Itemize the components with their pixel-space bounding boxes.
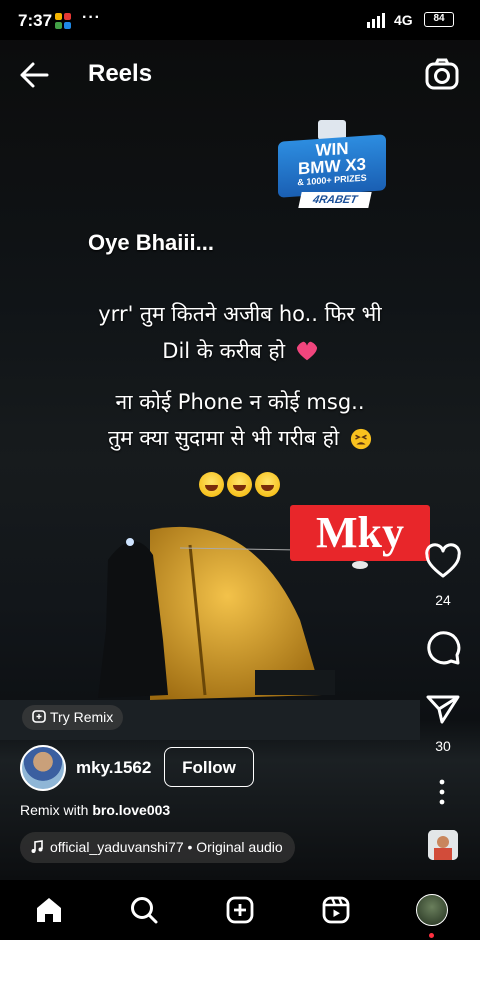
status-bar: 7:37 ··· 4G 84	[0, 0, 480, 40]
audio-thumbnail[interactable]	[428, 830, 458, 860]
search-icon[interactable]	[129, 895, 159, 925]
laughing-emoji	[199, 472, 224, 497]
music-note-icon	[31, 840, 43, 853]
home-icon[interactable]	[34, 895, 64, 925]
camera-icon[interactable]	[424, 57, 460, 91]
heart-icon[interactable]	[423, 543, 463, 581]
author-avatar[interactable]	[20, 745, 66, 791]
ad-banner: WIN BMW X3 & 1000+ PRIZES	[278, 134, 386, 198]
video-caption-heading: Oye Bhaiii...	[88, 230, 214, 255]
status-time: 7:37	[18, 11, 53, 30]
audio-chip[interactable]: official_yaduvanshi77 • Original audio	[20, 832, 295, 863]
audio-cover-art	[428, 830, 458, 860]
audio-label: official_yaduvanshi77 • Original audio	[50, 839, 283, 855]
pink-heart-emoji	[296, 341, 317, 361]
caption-line-3: ना कोई Phone न कोई msg..	[40, 388, 440, 416]
share-count[interactable]: 30	[423, 738, 463, 754]
share-icon[interactable]	[424, 692, 462, 726]
like-count[interactable]: 24	[423, 592, 463, 608]
notification-dot	[429, 933, 434, 938]
sponsored-ad-badge[interactable]: WIN BMW X3 & 1000+ PRIZES 4RABET	[278, 120, 386, 212]
try-remix-label: Try Remix	[50, 709, 114, 725]
caption-line-2-text: Dil के करीब हो	[162, 339, 286, 363]
signal-icon	[367, 13, 385, 28]
laughing-emoji	[255, 472, 280, 497]
laughing-emojis	[199, 472, 289, 498]
create-icon[interactable]	[225, 895, 255, 925]
back-arrow-icon[interactable]	[18, 60, 50, 90]
battery-indicator: 84	[424, 12, 454, 27]
remix-prefix: Remix with	[20, 802, 93, 818]
reels-screen: 7:37 ··· 4G 84 Reels WIN BMW X3 & 1000+ …	[0, 0, 480, 940]
page-title: Reels	[88, 60, 153, 87]
remix-credit: Remix with bro.love003	[20, 802, 170, 818]
ad-brand: 4RABET	[298, 192, 372, 208]
caption-line-1-text: yrr' तुम कितने अजीब ho.. फिर भी	[98, 302, 382, 326]
caption-line-4-text: तुम क्या सुदामा से भी गरीब हो	[108, 426, 340, 450]
remix-user[interactable]: bro.love003	[92, 802, 170, 818]
watermark-label: Mky	[290, 505, 430, 561]
person-silhouette	[98, 538, 168, 698]
network-type: 4G	[394, 12, 413, 28]
caption-line-3-text: ना कोई Phone न कोई msg..	[115, 390, 365, 414]
reels-icon[interactable]	[321, 895, 351, 925]
try-remix-button[interactable]: Try Remix	[22, 705, 124, 730]
follow-button[interactable]: Follow	[164, 747, 254, 787]
comment-icon[interactable]	[424, 628, 462, 666]
remix-icon	[32, 710, 46, 723]
profile-avatar-tab[interactable]	[416, 894, 448, 926]
author-username[interactable]: mky.1562	[76, 758, 151, 778]
caption-line-4: तुम क्या सुदामा से भी गरीब हो	[40, 424, 440, 452]
app-notification-icon	[55, 13, 71, 29]
caption-line-2: Dil के करीब हो	[40, 337, 440, 365]
caption-line-1: yrr' तुम कितने अजीब ho.. फिर भी	[40, 300, 440, 328]
tired-face-emoji	[350, 428, 371, 450]
more-icon[interactable]	[432, 778, 452, 806]
more-notifications-indicator: ···	[82, 9, 101, 26]
laughing-emoji	[227, 472, 252, 497]
